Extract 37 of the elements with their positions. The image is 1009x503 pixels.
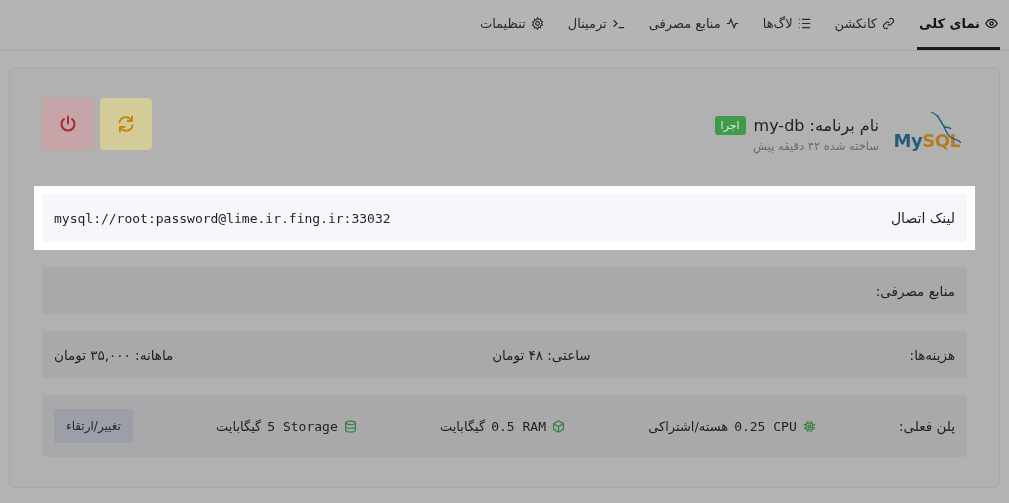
restart-button[interactable] — [100, 98, 152, 150]
power-icon — [58, 114, 78, 134]
tab[interactable]: ترمینال — [565, 0, 627, 50]
status-badge: اجرا — [714, 115, 746, 135]
hourly-cost: ساعتی: ۴۸ تومان — [492, 346, 591, 363]
spec-unit: گیگابایت — [439, 418, 486, 434]
connection-label: لینک اتصال — [890, 210, 955, 226]
monthly-cost: ماهانه: ۳۵,۰۰۰ تومان — [54, 346, 174, 363]
refresh-icon — [116, 114, 136, 134]
mysql-logo: MySQL — [887, 110, 967, 158]
power-button[interactable] — [42, 98, 94, 150]
app-name: نام برنامه: my-db — [753, 115, 879, 135]
spec-value: 0.5 RAM — [491, 418, 546, 434]
pulse-icon — [725, 17, 739, 30]
costs-label: هزینه‌ها: — [909, 346, 955, 363]
tab[interactable]: نمای کلی — [917, 0, 1000, 50]
cube-icon — [551, 419, 565, 433]
tab[interactable]: تنظیمات — [477, 0, 546, 50]
upgrade-button[interactable]: تغییر/ارتقاء — [54, 409, 133, 443]
spec-unit: گیگابایت — [216, 418, 262, 434]
tab[interactable]: لاگ‌ها — [760, 0, 813, 50]
database-icon — [343, 419, 357, 433]
tab[interactable]: منابع مصرفی — [646, 0, 741, 50]
eye-icon — [985, 17, 998, 30]
resources-label: منابع مصرفی: — [875, 282, 955, 299]
spec-value: 0.25 CPU — [734, 418, 797, 434]
created-time: ساخته شده ۴۲ دقیقه پیش — [752, 138, 879, 153]
list-icon — [797, 17, 811, 30]
terminal-icon — [611, 17, 625, 30]
connection-url[interactable]: mysql://root:password@lime.ir.fing.ir:33032 — [54, 210, 391, 226]
link-icon — [882, 17, 896, 30]
gear-icon — [530, 17, 544, 30]
spec-unit: هسته/اشتراکی — [648, 418, 729, 434]
plan-label: پلن فعلی: — [898, 418, 955, 434]
chip-icon — [802, 419, 816, 433]
tab[interactable]: کانکشن — [832, 0, 898, 50]
spec-value: 5 Storage — [267, 418, 338, 434]
